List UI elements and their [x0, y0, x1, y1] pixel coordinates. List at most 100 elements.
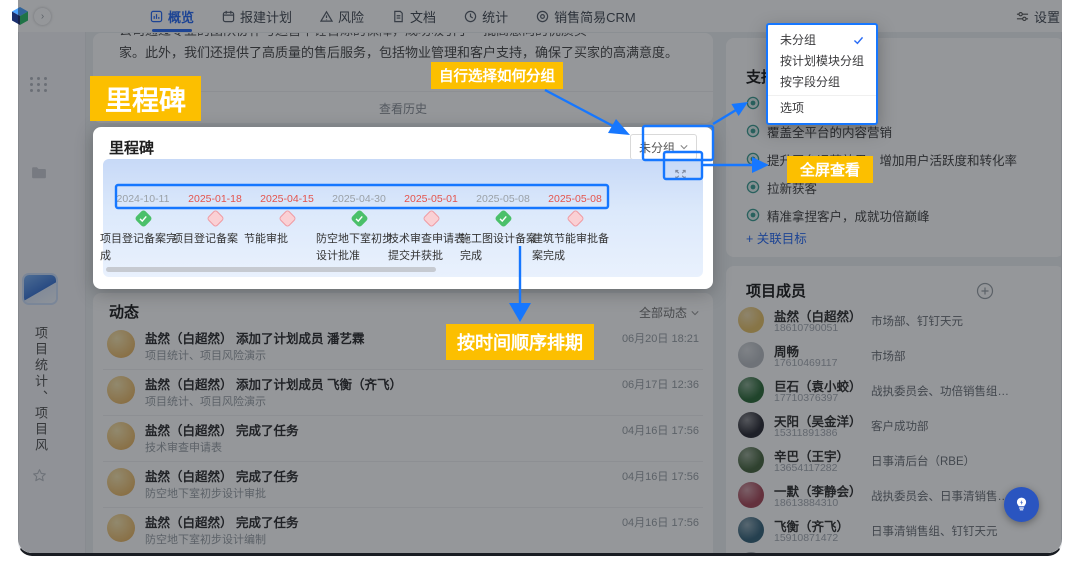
group-by-button[interactable]: 未分组	[629, 134, 697, 160]
activity-time: 04月16日 17:56	[621, 425, 699, 437]
milestone-pending-icon	[277, 209, 297, 228]
folder-icon[interactable]	[28, 161, 50, 183]
group-by-dropdown-menu: 未分组按计划模块分组按字段分组选项	[766, 23, 878, 125]
target-icon	[746, 96, 760, 110]
member-phone: 17710376397	[774, 392, 839, 404]
stats-icon	[464, 10, 477, 22]
activity-text: 盐然（白超然） 完成了任务	[145, 516, 299, 530]
member-phone: 13654117282	[774, 462, 838, 474]
member-phone: 15910871472	[774, 532, 839, 544]
activity-filter-label: 全部动态	[638, 306, 687, 320]
nav-tab-label: 统计	[482, 9, 509, 25]
collapse-chevron-icon[interactable]: ›	[34, 8, 51, 25]
activity-row[interactable]: 盐然（白超然） 添加了计划成员 潘艺霖 项目统计、项目风险演示 06月20日 18:…	[103, 323, 703, 369]
nav-tab-label: 风险	[338, 9, 365, 25]
group-by-label: 未分组	[638, 140, 675, 155]
nav-tab-销售简易CRM[interactable]: 销售简易CRM	[536, 0, 636, 32]
milestone-timeline-panel: 2024-10-11 项目登记备案完成 2025-01-18 项目登记备案 2025-0…	[100, 159, 703, 277]
project-name-vertical[interactable]: 项目统计、项目风	[25, 326, 55, 454]
member-dept: 战执委员会、日事清销售…	[871, 491, 1009, 503]
nav-tab-概览[interactable]: 概览	[150, 0, 194, 32]
avatar	[738, 412, 764, 438]
chevron-down-icon	[680, 145, 688, 150]
member-row[interactable]: 盐然（白超然） 18610790051 市场部、钉钉天元	[738, 306, 1052, 340]
horizontal-scrollbar[interactable]	[106, 267, 436, 272]
goal-label: 精准拿捏客户，成就功倍巅峰	[767, 209, 930, 224]
nav-tab-文档[interactable]: 文档	[392, 0, 436, 32]
nav-tab-报建计划[interactable]: 报建计划	[222, 0, 292, 32]
avatar	[738, 482, 764, 508]
member-dept: 客户成功部	[871, 421, 929, 433]
divider	[103, 553, 703, 554]
avatar	[107, 330, 135, 358]
nav-tab-label: 销售简易CRM	[554, 9, 636, 25]
menu-item-按计划模块分组[interactable]: 按计划模块分组	[768, 51, 876, 72]
activity-text: 盐然（白超然） 添加了计划成员 潘艺霖	[145, 332, 365, 346]
menu-item-未分组[interactable]: 未分组	[768, 30, 876, 51]
apps-grid-icon[interactable]	[28, 73, 50, 95]
settings-button[interactable]: 设置	[1016, 0, 1060, 32]
annotation-label-fullscreen: 全屏查看	[787, 156, 874, 183]
avatar	[738, 447, 764, 473]
member-dept: 市场部、钉钉天元	[871, 316, 963, 328]
target-icon	[746, 180, 760, 194]
check-icon	[853, 36, 864, 45]
avatar	[738, 552, 764, 553]
menu-item-label: 未分组	[780, 33, 817, 47]
activity-feed-card: 动态 全部动态 盐然（白超然） 添加了计划成员 潘艺霖 项目统计、项目风险演示 06…	[93, 293, 713, 556]
activity-subtext: 项目统计、项目风险演示	[145, 350, 266, 362]
annotation-label-order: 按时间顺序排期	[446, 324, 594, 360]
avatar	[738, 377, 764, 403]
goal-item[interactable]: 精准拿捏客户，成就功倍巅峰	[746, 205, 930, 225]
risk-icon	[320, 10, 334, 22]
link-goal-button[interactable]: + 关联目标	[746, 228, 807, 247]
milestone-label: 建筑节能审批备案完成	[532, 233, 609, 263]
project-thumbnail[interactable]	[24, 275, 56, 303]
menu-item-选项[interactable]: 选项	[768, 98, 876, 119]
activity-row[interactable]: 盐然（白超然） 完成了任务 技术审查申请表 04月16日 17:56	[103, 415, 703, 461]
activity-row[interactable]: 盐然（白超然） 完成了任务 防空地下室初步设计编制 04月16日 17:56	[103, 507, 703, 553]
app-logo[interactable]	[8, 5, 32, 29]
milestone-item[interactable]: 2025-05-08 建筑节能审批备案完成	[530, 193, 620, 265]
settings-label: 设置	[1033, 9, 1060, 25]
activity-time: 06月17日 12:36	[621, 379, 699, 391]
favorite-star-icon[interactable]	[28, 464, 50, 486]
member-row[interactable]: 巨石（袁小蛟） 17710376397 战执委员会、功倍销售组…	[738, 376, 1052, 410]
milestone-done-icon	[349, 209, 369, 228]
menu-item-按字段分组[interactable]: 按字段分组	[768, 72, 876, 93]
activity-time: 06月20日 18:21	[621, 333, 699, 345]
member-row[interactable]: 飞衡（齐飞） 15910871472 日事清销售组、钉钉天元	[738, 516, 1052, 550]
member-row[interactable]: 辛巴（王宇） 13654117282 日事清后台（RBE）	[738, 446, 1052, 480]
member-row[interactable]: 天阳（吴金洋） 15311891386 客户成功部	[738, 411, 1052, 445]
nav-tab-统计[interactable]: 统计	[464, 0, 508, 32]
activity-row[interactable]: 盐然（白超然） 添加了计划成员 飞衡（齐飞） 项目统计、项目风险演示 06月17日 …	[103, 369, 703, 415]
member-name: 潘艺霖	[774, 551, 812, 553]
activity-row[interactable]: 盐然（白超然） 完成了任务 防空地下室初步设计审批 04月16日 17:56	[103, 461, 703, 507]
avatar	[107, 376, 135, 404]
active-tab-underline	[152, 29, 193, 32]
plan-icon	[222, 10, 235, 22]
fullscreen-expand-icon[interactable]	[667, 164, 693, 184]
crm-icon	[536, 10, 549, 22]
nav-tab-label: 概览	[168, 9, 195, 25]
member-row[interactable]: 潘艺霖	[738, 551, 1052, 553]
guide-lightbulb-button[interactable]	[1004, 487, 1039, 522]
add-member-button[interactable]	[976, 282, 994, 300]
menu-item-label: 按字段分组	[780, 75, 841, 89]
activity-row[interactable]: 盐然（白超然） 完成了任务	[103, 553, 703, 556]
member-phone: 18613884310	[774, 497, 839, 509]
member-row[interactable]: 周畅 17610469117 市场部	[738, 341, 1052, 375]
summary-text: 家。此外，我们还提供了高质量的售后服务，包括物业管理和客户支持，确保了买家的高满…	[119, 45, 679, 60]
nav-tab-风险[interactable]: 风险	[320, 0, 364, 32]
milestone-pending-icon	[421, 209, 441, 228]
activity-time: 04月16日 17:56	[621, 517, 699, 529]
lightbulb-icon	[1016, 497, 1027, 511]
activity-subtext: 技术审查申请表	[145, 442, 222, 454]
members-title: 项目成员	[746, 283, 807, 300]
avatar	[738, 307, 764, 333]
milestone-date: 2025-05-08	[548, 193, 602, 205]
nav-tab-label: 报建计划	[240, 9, 293, 25]
sliders-icon	[1016, 11, 1029, 21]
activity-filter-button[interactable]: 全部动态	[639, 304, 699, 321]
menu-item-label: 选项	[780, 101, 805, 115]
